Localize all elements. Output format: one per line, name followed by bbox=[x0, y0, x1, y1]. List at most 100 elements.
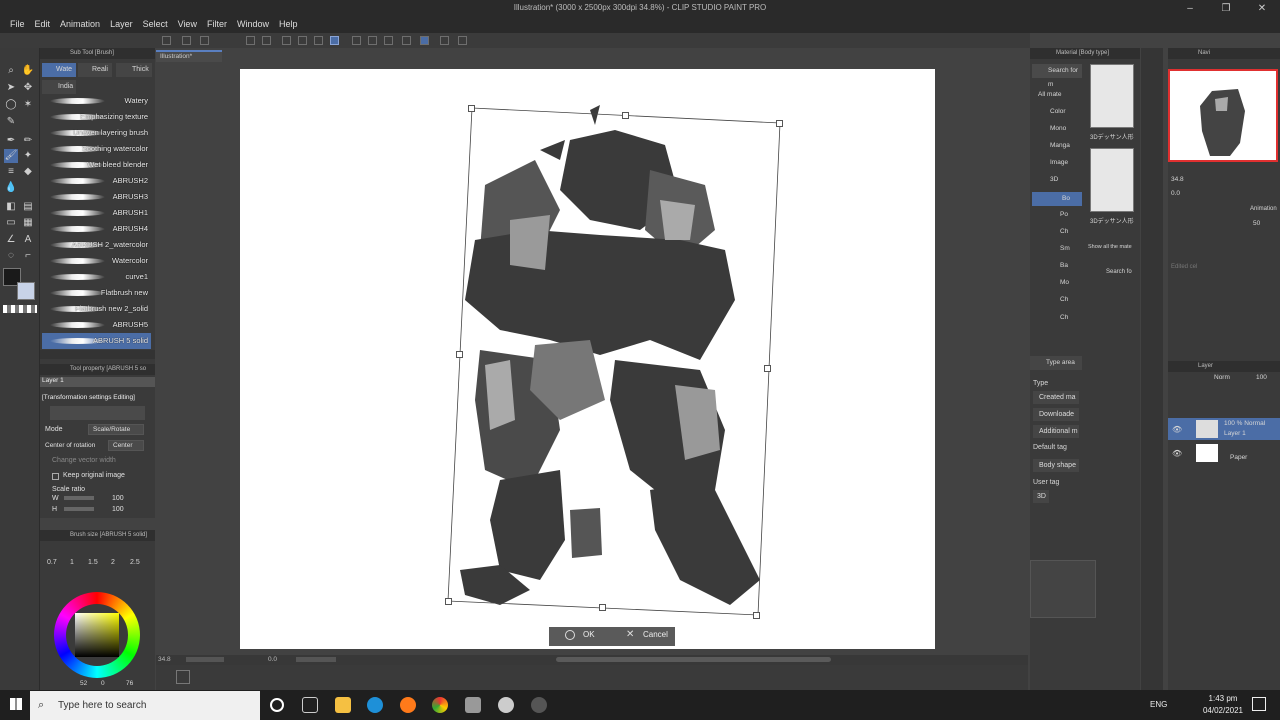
transform-handle-right[interactable] bbox=[764, 365, 771, 372]
brush-item[interactable]: ABRUSH4 bbox=[42, 221, 151, 237]
tag-body-shape[interactable]: Body shape bbox=[1033, 459, 1079, 472]
transform-icon[interactable] bbox=[330, 36, 339, 45]
tree-small-objects[interactable]: Sm bbox=[1060, 245, 1070, 252]
undo-icon[interactable] bbox=[246, 36, 255, 45]
crop-icon[interactable] bbox=[384, 36, 393, 45]
transform-handle-left[interactable] bbox=[456, 351, 463, 358]
tag-3d[interactable]: 3D bbox=[1033, 490, 1049, 503]
pencil-tool-icon[interactable]: ✏ bbox=[21, 134, 35, 148]
transform-handle-bottom[interactable] bbox=[599, 604, 606, 611]
change-vector-checkbox[interactable]: Change vector width bbox=[52, 454, 116, 467]
brush-item[interactable]: Watercolor bbox=[42, 253, 151, 269]
firefox-icon[interactable] bbox=[400, 697, 416, 713]
fill-icon[interactable] bbox=[298, 36, 307, 45]
brush-item[interactable]: ABRUSH2 bbox=[42, 173, 151, 189]
saturation-square[interactable] bbox=[75, 613, 119, 657]
material-search-input[interactable]: Search for m bbox=[1032, 64, 1082, 88]
blend-tool-icon[interactable]: 💧 bbox=[4, 181, 18, 195]
eyedropper-icon[interactable]: ✎ bbox=[4, 115, 18, 129]
layer-opacity[interactable]: 100 bbox=[1256, 374, 1267, 381]
transform-handle-bottom-right[interactable] bbox=[753, 612, 760, 619]
eye-icon[interactable]: 👁 bbox=[1172, 425, 1182, 434]
transparent-color-swatch[interactable] bbox=[3, 305, 37, 313]
layer-row-layer1[interactable]: 👁 100 % Normal Layer 1 bbox=[1168, 418, 1280, 440]
decoration-tool-icon[interactable]: ≡ bbox=[4, 165, 18, 179]
brush-size-1-5[interactable]: 1.5 bbox=[88, 559, 98, 566]
hand-tool-icon[interactable]: ✋ bbox=[21, 64, 35, 78]
tree-motion[interactable]: Mo bbox=[1060, 279, 1069, 286]
ruler-icon[interactable] bbox=[402, 36, 411, 45]
clip-studio-paint-icon[interactable] bbox=[498, 697, 514, 713]
tree-3d[interactable]: 3D bbox=[1050, 176, 1058, 183]
brush-size-2[interactable]: 2 bbox=[111, 559, 115, 566]
menu-help[interactable]: Help bbox=[279, 17, 298, 31]
eye-icon[interactable]: 👁 bbox=[1172, 449, 1182, 458]
tree-character[interactable]: Ch bbox=[1060, 228, 1068, 235]
redo-icon[interactable] bbox=[262, 36, 271, 45]
unity-icon[interactable] bbox=[531, 697, 547, 713]
center-dropdown[interactable]: Center bbox=[108, 440, 144, 451]
ruler-tool-icon[interactable]: ∠ bbox=[4, 233, 18, 247]
menu-file[interactable]: File bbox=[10, 17, 25, 31]
taskbar-search[interactable]: Type here to search bbox=[30, 691, 260, 720]
task-view-icon[interactable] bbox=[302, 697, 318, 713]
tree-monochrome[interactable]: Mono bbox=[1050, 125, 1066, 132]
tree-color[interactable]: Color bbox=[1050, 108, 1066, 115]
snap-icon[interactable] bbox=[420, 36, 429, 45]
chrome-icon[interactable] bbox=[432, 697, 448, 713]
tab-india[interactable]: India bbox=[42, 80, 76, 94]
lasso-tool-icon[interactable]: ◯ bbox=[4, 98, 18, 112]
minimize-button[interactable]: – bbox=[1172, 0, 1208, 17]
show-all-materials[interactable]: Show all the mate bbox=[1088, 244, 1132, 250]
tree-ch-2[interactable]: Ch bbox=[1060, 314, 1068, 321]
menu-edit[interactable]: Edit bbox=[35, 17, 51, 31]
tab-watercolor[interactable]: Wate bbox=[42, 63, 76, 77]
notification-icon[interactable] bbox=[1252, 697, 1266, 711]
keep-original-checkbox-box[interactable] bbox=[52, 473, 59, 480]
menu-animation[interactable]: Animation bbox=[60, 17, 100, 31]
clip-studio-icon[interactable] bbox=[465, 697, 481, 713]
text-tool-icon[interactable]: A bbox=[21, 233, 35, 247]
operation-tool-icon[interactable]: ➤ bbox=[4, 81, 18, 95]
brush-item[interactable]: Flatbrush new bbox=[42, 285, 151, 301]
file-explorer-icon[interactable] bbox=[335, 697, 351, 713]
material-thumbnail-2[interactable] bbox=[1090, 148, 1134, 212]
brush-tool-icon[interactable]: 🖌 bbox=[4, 149, 18, 163]
brush-item[interactable]: Emphasizing texture bbox=[42, 109, 151, 125]
navigator-icon[interactable] bbox=[176, 670, 190, 684]
brush-item[interactable]: Wet bleed blender bbox=[42, 157, 151, 173]
type-created[interactable]: Created ma bbox=[1033, 391, 1079, 404]
navigator-zoom[interactable]: 34.8 bbox=[1171, 176, 1184, 183]
correct-line-icon[interactable]: ⌐ bbox=[21, 249, 35, 263]
onion-opacity[interactable]: 50 bbox=[1253, 220, 1260, 227]
tree-image[interactable]: Image bbox=[1050, 159, 1068, 166]
save-icon[interactable] bbox=[200, 36, 209, 45]
brush-item[interactable]: Flatbrush new 2_solid bbox=[42, 301, 151, 317]
tree-body-type[interactable]: Bo bbox=[1032, 192, 1082, 206]
transform-handle-top-right[interactable] bbox=[776, 120, 783, 127]
edge-icon[interactable] bbox=[367, 697, 383, 713]
brush-item[interactable]: ABRUSH5 bbox=[42, 317, 151, 333]
brush-item[interactable]: ABRUSH1 bbox=[42, 205, 151, 221]
brush-item[interactable]: Watery bbox=[42, 93, 151, 109]
transform-handle-bottom-left[interactable] bbox=[445, 598, 452, 605]
maximize-button[interactable]: ❐ bbox=[1208, 0, 1244, 17]
navigator-preview[interactable] bbox=[1168, 69, 1278, 162]
menu-window[interactable]: Window bbox=[237, 17, 269, 31]
brush-size-1[interactable]: 1 bbox=[70, 559, 74, 566]
tab-realistic[interactable]: Reali bbox=[78, 63, 112, 77]
language-indicator[interactable]: ENG bbox=[1150, 700, 1167, 709]
tab-thick[interactable]: Thick bbox=[116, 63, 152, 77]
zoom-slider[interactable] bbox=[186, 657, 224, 662]
ok-button[interactable]: OK bbox=[583, 630, 595, 639]
type-downloaded[interactable]: Downloade bbox=[1033, 408, 1079, 421]
brush-item[interactable]: curve1 bbox=[42, 269, 151, 285]
material-thumbnail-1[interactable] bbox=[1090, 64, 1134, 128]
layer-row-paper[interactable]: 👁 Paper bbox=[1168, 442, 1280, 464]
brush-size-2-5[interactable]: 2.5 bbox=[130, 559, 140, 566]
invert-selection-icon[interactable] bbox=[368, 36, 377, 45]
horizontal-scrollbar[interactable] bbox=[556, 657, 831, 662]
transform-buttons-row[interactable] bbox=[50, 406, 145, 420]
close-button[interactable]: ✕ bbox=[1244, 0, 1280, 17]
clear-icon[interactable] bbox=[282, 36, 291, 45]
